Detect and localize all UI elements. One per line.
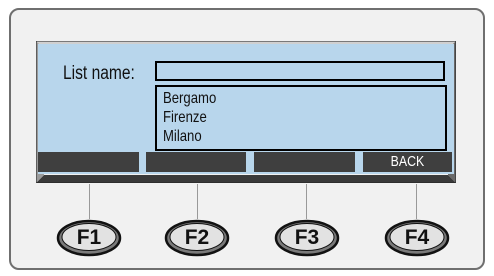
city-list[interactable]: Bergamo Firenze Milano <box>155 85 447 151</box>
f2-label: F2 <box>184 226 210 249</box>
softkey-1[interactable] <box>38 152 139 172</box>
f3-label: F3 <box>294 226 320 249</box>
softkey-back-label: BACK <box>390 153 425 170</box>
connector-f2 <box>197 184 198 219</box>
f4-label: F4 <box>404 226 430 249</box>
f2-button[interactable]: F2 <box>164 219 230 257</box>
connector-f3 <box>306 184 307 219</box>
softkey-back[interactable]: BACK <box>363 152 452 172</box>
list-item[interactable]: Firenze <box>163 108 394 127</box>
softkey-3[interactable] <box>254 152 355 172</box>
softkey-2[interactable] <box>146 152 246 172</box>
list-item[interactable]: Milano <box>163 127 394 146</box>
connector-f1 <box>89 184 90 219</box>
list-item[interactable]: Bergamo <box>163 89 394 108</box>
f1-button[interactable]: F1 <box>56 219 122 257</box>
f4-button[interactable]: F4 <box>384 219 450 257</box>
list-name-label: List name: <box>63 63 135 84</box>
list-name-input[interactable] <box>155 61 445 81</box>
connector-f4 <box>416 184 417 219</box>
f1-label: F1 <box>76 226 102 249</box>
softkey-bar: BACK <box>38 152 454 174</box>
f3-button[interactable]: F3 <box>274 219 340 257</box>
